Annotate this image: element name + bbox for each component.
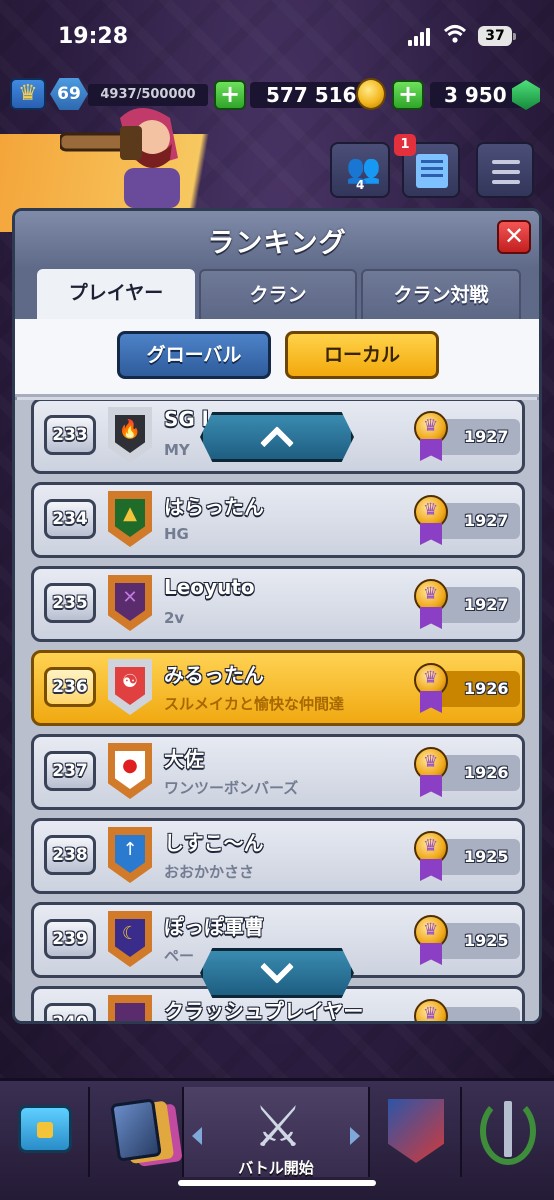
clan-name: ワンツーボンバーズ <box>164 779 299 797</box>
player-name: みるったん <box>164 663 264 687</box>
clan-symbol-icon: ☯ <box>121 671 139 692</box>
clan-name: HG <box>164 525 189 543</box>
region-subtabs: グローバル ローカル <box>15 319 539 397</box>
status-bar: 19:28 37 <box>0 0 554 72</box>
chevron-up-icon <box>260 426 294 460</box>
table-row[interactable]: 234 ▲ はらったん HG 1927 <box>31 482 525 558</box>
clan-name: おおかかささ <box>164 863 255 881</box>
ranking-list[interactable]: 233 🔥 SG l MY 1927 234 ▲ はらったん HG 1927 2… <box>15 400 539 1023</box>
table-row[interactable]: 235 ✕ Leoyuto 2v 1927 <box>31 566 525 642</box>
home-indicator <box>178 1180 376 1186</box>
player-name: はらったん <box>164 495 264 519</box>
news-icon <box>416 154 448 188</box>
nav-events[interactable] <box>462 1087 554 1177</box>
wifi-icon <box>443 25 467 43</box>
sword-icon <box>504 1101 512 1157</box>
clan-symbol-icon: 🔥 <box>118 419 142 440</box>
crossed-swords-icon: ⚔ <box>252 1095 304 1160</box>
rank-number: 240 <box>44 1003 96 1021</box>
league-medal-icon <box>414 999 450 1021</box>
hero-character-image <box>60 108 180 208</box>
league-medal-icon <box>414 411 450 463</box>
league-medal-icon <box>414 747 450 799</box>
league-medal-icon <box>414 495 450 547</box>
clan-symbol-icon: ▲ <box>123 503 137 524</box>
league-medal-icon <box>414 663 450 715</box>
close-button[interactable]: ✕ <box>497 220 531 254</box>
status-time: 19:28 <box>58 24 129 49</box>
clan-name: ペー <box>164 947 195 965</box>
ranking-tabs: プレイヤー クラン クラン対戦 <box>15 269 539 319</box>
rank-number: 233 <box>44 415 96 455</box>
rank-number: 236 <box>44 667 96 707</box>
clan-name: 2v <box>164 609 185 627</box>
panel-header: ランキング ✕ <box>15 211 539 269</box>
news-notification-badge: 1 <box>394 134 416 156</box>
ranking-panel: ランキング ✕ プレイヤー クラン クラン対戦 グローバル ローカル 233 🔥… <box>12 208 542 1024</box>
player-name: クラッシュプレイヤー <box>164 999 364 1023</box>
clan-name: MY <box>164 441 190 459</box>
menu-icon <box>492 160 520 164</box>
player-name: ぽっぽ軍曹 <box>164 915 264 939</box>
rank-number: 238 <box>44 835 96 875</box>
clan-symbol-icon: ● <box>122 755 138 776</box>
rank-number: 237 <box>44 751 96 791</box>
clan-symbol-icon: ↑ <box>122 839 138 860</box>
nav-battle[interactable]: ⚔ バトル開始 <box>184 1087 370 1177</box>
add-gems-button[interactable]: + <box>392 80 424 110</box>
shop-chest-icon <box>18 1105 72 1153</box>
rank-number: 239 <box>44 919 96 959</box>
friends-count: 4 <box>356 178 365 192</box>
friends-button[interactable]: 👥 4 <box>330 142 390 198</box>
rank-number: 234 <box>44 499 96 539</box>
battle-label: バトル開始 <box>238 1159 314 1177</box>
league-medal-icon <box>414 579 450 631</box>
local-button[interactable]: ローカル <box>285 331 439 379</box>
player-name: Leoyuto <box>164 575 255 599</box>
scroll-up-button[interactable] <box>200 412 354 462</box>
table-row[interactable]: 236 ☯ みるったん スルメイカと愉快な仲間達 1926 <box>31 650 525 726</box>
menu-button[interactable] <box>476 142 534 198</box>
clan-symbol-icon: ☾ <box>121 923 139 944</box>
nav-shop[interactable] <box>0 1087 90 1177</box>
global-button[interactable]: グローバル <box>117 331 271 379</box>
nav-clan[interactable] <box>370 1087 462 1177</box>
scroll-down-button[interactable] <box>200 948 354 998</box>
clan-badge-inner <box>115 1003 145 1021</box>
nav-cards[interactable] <box>92 1087 184 1177</box>
player-name: 大佐 <box>164 747 204 771</box>
league-medal-icon <box>414 915 450 967</box>
player-name: しすこ～ん <box>164 831 264 855</box>
tab-clans[interactable]: クラン <box>199 269 357 319</box>
arrow-right-icon <box>350 1127 360 1145</box>
rank-number: 235 <box>44 583 96 623</box>
gold-coin-icon <box>356 78 386 110</box>
add-gold-button[interactable]: + <box>214 80 246 110</box>
chevron-down-icon <box>260 950 294 984</box>
panel-title: ランキング <box>207 228 347 259</box>
tab-clan-wars[interactable]: クラン対戦 <box>361 269 521 319</box>
signal-icon <box>408 28 434 46</box>
clan-shield-icon <box>388 1099 444 1163</box>
table-row[interactable]: 237 ● 大佐 ワンツーボンバーズ 1926 <box>31 734 525 810</box>
clan-symbol-icon: ✕ <box>122 587 138 608</box>
league-medal-icon <box>414 831 450 883</box>
crown-icon[interactable] <box>10 78 46 110</box>
table-row[interactable]: 238 ↑ しすこ～ん おおかかささ 1925 <box>31 818 525 894</box>
tab-players[interactable]: プレイヤー <box>37 269 195 319</box>
cards-icon <box>110 1098 162 1162</box>
battery-icon: 37 <box>478 26 516 46</box>
player-name: SG l <box>164 407 209 431</box>
arrow-left-icon <box>192 1127 202 1145</box>
clan-name: スルメイカと愉快な仲間達 <box>164 695 345 713</box>
gold-amount: 577 516 <box>250 82 370 108</box>
